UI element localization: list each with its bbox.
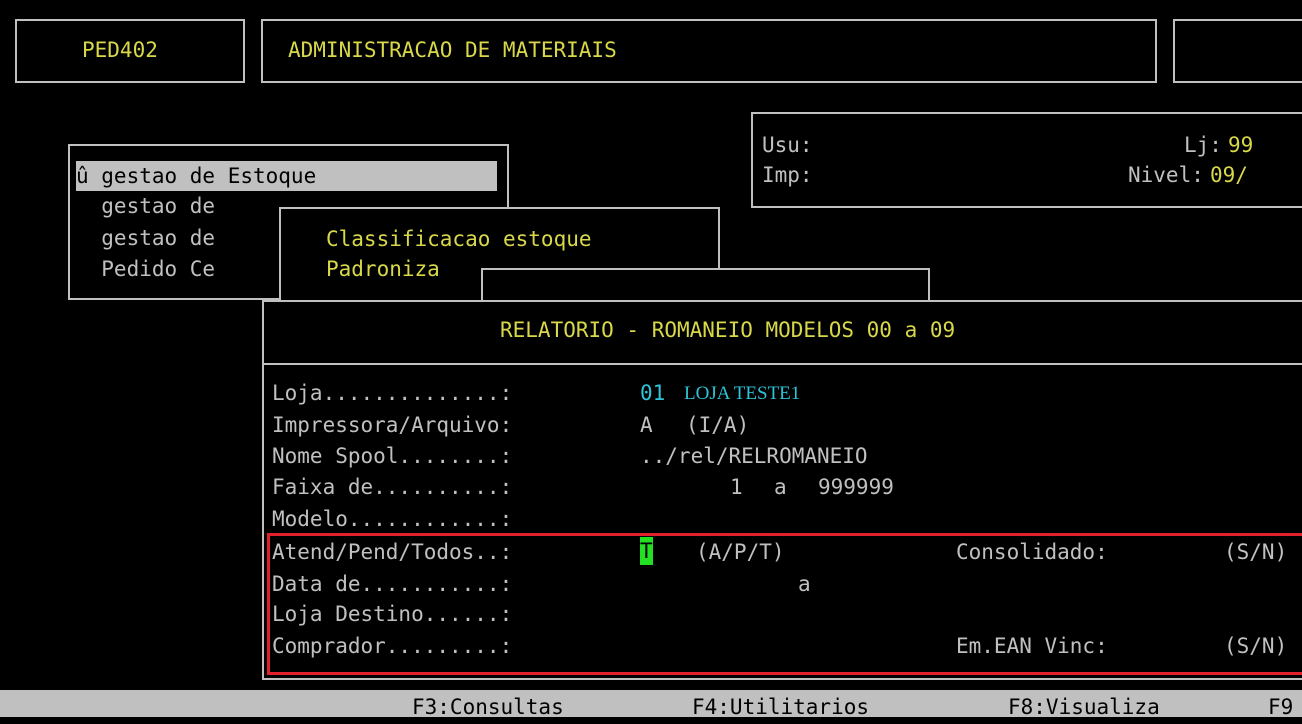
ean-options: (S/N) — [1224, 634, 1288, 658]
loja-name: LOJA TESTE1 — [684, 383, 801, 404]
ean-label: Em.EAN Vinc: — [956, 634, 1108, 658]
printer-field-options: (I/A) — [686, 413, 750, 437]
report-title: RELATORIO - ROMANEIO MODELOS 00 a 09 — [500, 318, 956, 342]
function-key-bar: F3:Consultas F4:Utilitarios F8:Visualiza… — [0, 690, 1302, 719]
range-separator: a — [774, 475, 787, 499]
status-options: (A/P/T) — [696, 540, 785, 564]
menu-item-pedido[interactable]: Pedido Ce — [76, 254, 215, 284]
app-title: ADMINISTRACAO DE MATERIAIS — [288, 38, 617, 62]
spool-value[interactable]: ../rel/RELROMANEIO — [640, 441, 868, 471]
buyer-label: Comprador.........: — [272, 634, 513, 658]
user-label: Usu: — [762, 133, 813, 157]
level-value: 09/ — [1210, 163, 1248, 187]
submenu-item-padroniza[interactable]: Padroniza — [326, 254, 440, 284]
consolidated-options: (S/N) — [1224, 540, 1288, 564]
printer-field-value[interactable]: A — [640, 410, 653, 440]
program-code: PED402 — [82, 38, 158, 62]
f9-key[interactable]: F9 — [1268, 690, 1293, 724]
status-input[interactable]: T — [640, 537, 653, 565]
level-label: Nivel: — [1128, 163, 1204, 187]
f3-consultas[interactable]: F3:Consultas — [412, 690, 564, 724]
report-title-separator — [262, 363, 1302, 365]
header-right-box — [1173, 19, 1302, 83]
range-from[interactable]: 1 — [730, 472, 743, 502]
range-to[interactable]: 999999 — [818, 472, 894, 502]
consolidated-label: Consolidado: — [956, 540, 1108, 564]
spool-label: Nome Spool........: — [272, 444, 513, 468]
menu-item-gestao-3[interactable]: gestao de — [76, 223, 215, 253]
model-label: Modelo............: — [272, 507, 513, 531]
printer-field-label: Impressora/Arquivo: — [272, 413, 513, 437]
menu-item-gestao-2[interactable]: gestao de — [76, 191, 215, 221]
menu-item-gestao-estoque[interactable]: û gestao de Estoque — [76, 161, 497, 191]
dest-store-label: Loja Destino......: — [272, 602, 513, 626]
loja-label: Loja..............: — [272, 381, 513, 405]
f4-utilitarios[interactable]: F4:Utilitarios — [692, 690, 869, 724]
status-label: Atend/Pend/Todos..: — [272, 540, 513, 564]
store-label: Lj: — [1184, 133, 1222, 157]
printer-label: Imp: — [762, 163, 813, 187]
f8-visualiza[interactable]: F8:Visualiza — [1008, 690, 1160, 724]
loja-code[interactable]: 01 — [640, 378, 665, 408]
range-label: Faixa de..........: — [272, 475, 513, 499]
date-separator: a — [798, 572, 811, 596]
date-label: Data de...........: — [272, 572, 513, 596]
store-value: 99 — [1228, 133, 1254, 157]
submenu-item-classificacao[interactable]: Classificacao estoque — [326, 224, 592, 254]
